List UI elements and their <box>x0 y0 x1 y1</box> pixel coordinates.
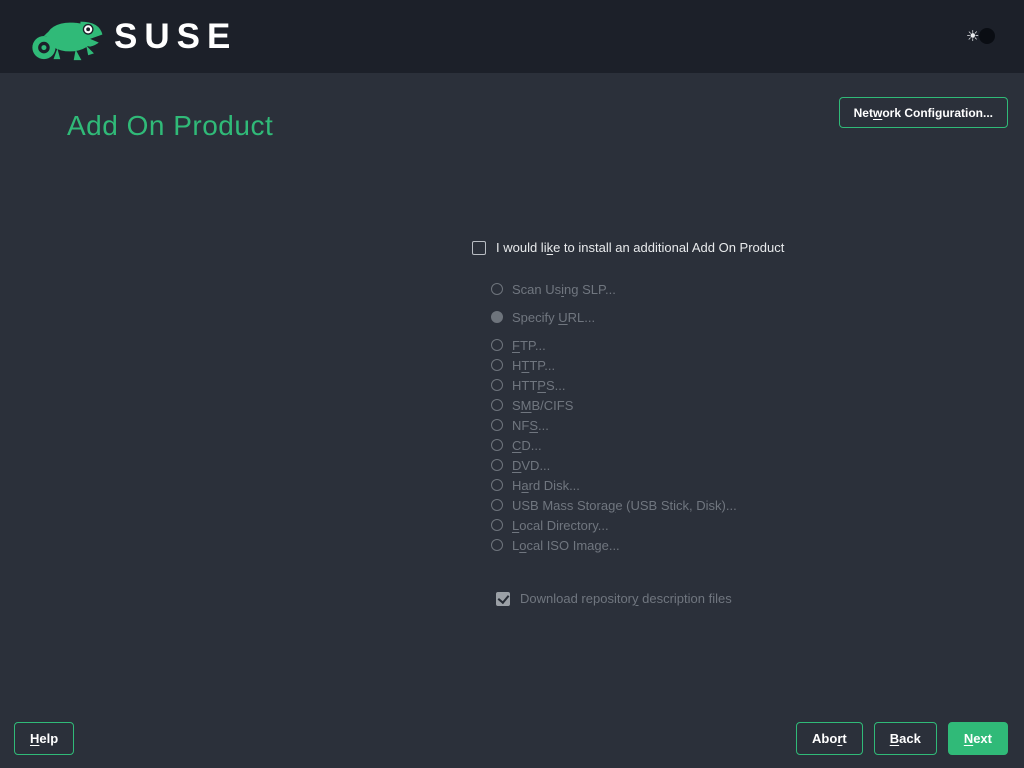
page-title: Add On Product <box>67 110 273 142</box>
suse-wordmark: SUSE <box>114 19 237 54</box>
download-descriptions-label: Download repository description files <box>520 591 732 606</box>
radio-option-specify-url[interactable]: Specify URL... <box>491 307 737 327</box>
abort-button[interactable]: Abort <box>796 722 863 755</box>
addon-product-checkbox[interactable]: I would like to install an additional Ad… <box>472 240 784 255</box>
wizard-nav-buttons: Abort Back Next <box>796 722 1008 755</box>
radio-label: Local Directory... <box>512 518 609 533</box>
radio-icon <box>491 459 503 471</box>
suse-chameleon-logo <box>30 12 104 62</box>
help-label: Help <box>30 731 58 746</box>
sun-icon: ☀ <box>966 27 979 47</box>
radio-icon <box>491 359 503 371</box>
radio-label: Specify URL... <box>512 310 595 325</box>
radio-icon <box>491 479 503 491</box>
moon-icon <box>979 28 995 44</box>
radio-label: HTTP... <box>512 358 555 373</box>
radio-label: HTTPS... <box>512 378 565 393</box>
download-descriptions-checkbox[interactable]: Download repository description files <box>496 591 732 606</box>
network-configuration-label: Network Configuration... <box>854 106 993 120</box>
checkbox-unchecked-icon <box>472 241 486 255</box>
radio-option-cd[interactable]: CD... <box>491 435 737 455</box>
radio-option-dvd[interactable]: DVD... <box>491 455 737 475</box>
radio-label: DVD... <box>512 458 550 473</box>
radio-label: CD... <box>512 438 542 453</box>
radio-label: USB Mass Storage (USB Stick, Disk)... <box>512 498 737 513</box>
radio-icon <box>491 339 503 351</box>
network-configuration-button[interactable]: Network Configuration... <box>839 97 1008 128</box>
next-label: Next <box>964 731 992 746</box>
back-button[interactable]: Back <box>874 722 937 755</box>
radio-icon <box>491 419 503 431</box>
radio-icon <box>491 379 503 391</box>
radio-icon <box>491 283 503 295</box>
source-type-radio-group: Scan Using SLP... Specify URL... FTP... … <box>491 279 737 555</box>
radio-label: Hard Disk... <box>512 478 580 493</box>
radio-label: SMB/CIFS <box>512 398 573 413</box>
radio-option-local-iso-image[interactable]: Local ISO Image... <box>491 535 737 555</box>
top-bar: SUSE ☀ <box>0 0 1024 73</box>
radio-icon <box>491 439 503 451</box>
radio-icon <box>491 519 503 531</box>
radio-selected-icon <box>491 311 503 323</box>
checkbox-checked-icon <box>496 592 510 606</box>
radio-option-usb-mass-storage[interactable]: USB Mass Storage (USB Stick, Disk)... <box>491 495 737 515</box>
back-label: Back <box>890 731 921 746</box>
radio-option-hard-disk[interactable]: Hard Disk... <box>491 475 737 495</box>
radio-option-nfs[interactable]: NFS... <box>491 415 737 435</box>
radio-option-http[interactable]: HTTP... <box>491 355 737 375</box>
theme-toggle-button[interactable]: ☀ <box>966 26 994 48</box>
radio-label: Local ISO Image... <box>512 538 620 553</box>
addon-product-checkbox-label: I would like to install an additional Ad… <box>496 240 784 255</box>
radio-option-smb-cifs[interactable]: SMB/CIFS <box>491 395 737 415</box>
help-button[interactable]: Help <box>14 722 74 755</box>
abort-label: Abort <box>812 731 847 746</box>
radio-option-https[interactable]: HTTPS... <box>491 375 737 395</box>
radio-option-ftp[interactable]: FTP... <box>491 335 737 355</box>
radio-icon <box>491 399 503 411</box>
radio-option-scan-slp[interactable]: Scan Using SLP... <box>491 279 737 299</box>
radio-icon <box>491 499 503 511</box>
next-button[interactable]: Next <box>948 722 1008 755</box>
radio-option-local-directory[interactable]: Local Directory... <box>491 515 737 535</box>
radio-label: FTP... <box>512 338 546 353</box>
radio-label: NFS... <box>512 418 549 433</box>
radio-label: Scan Using SLP... <box>512 282 616 297</box>
suse-brand: SUSE <box>30 12 237 62</box>
radio-icon <box>491 539 503 551</box>
